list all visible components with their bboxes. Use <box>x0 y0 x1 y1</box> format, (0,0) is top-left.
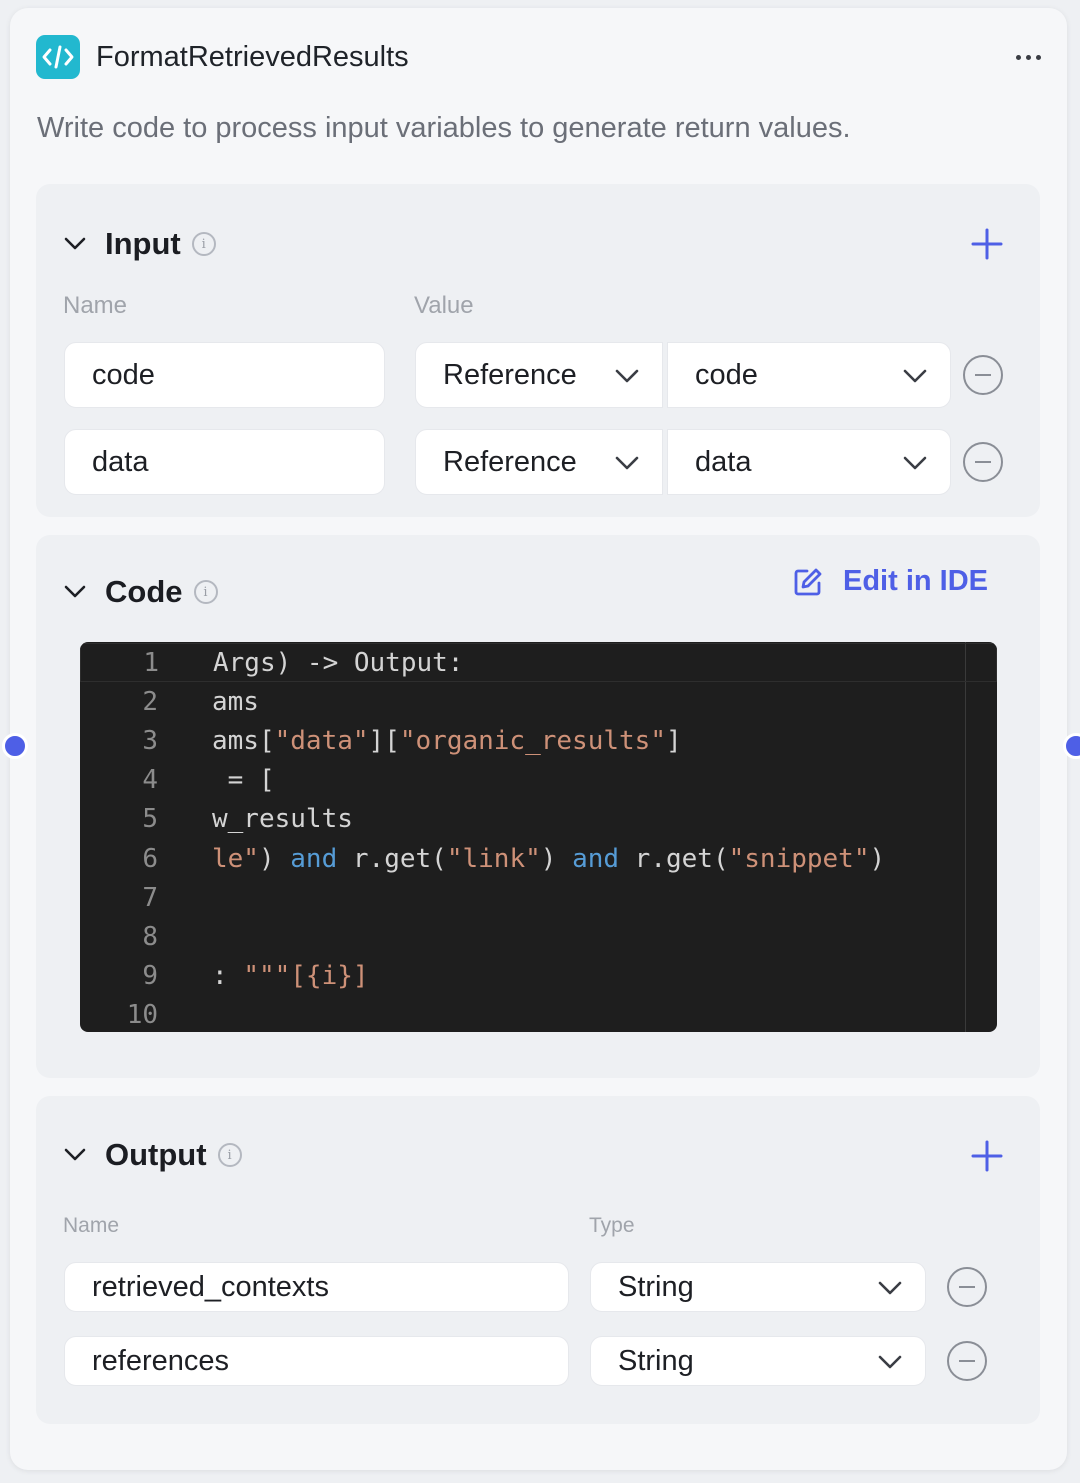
chevron-down-icon <box>878 1281 902 1295</box>
code-line[interactable]: 1 Args) -> Output: <box>80 643 997 682</box>
code-text: Args) -> Output: <box>213 647 464 678</box>
chevron-down-icon[interactable] <box>64 581 86 603</box>
reference-variable-select[interactable]: code <box>667 342 951 408</box>
code-text: w_results <box>212 804 353 835</box>
input-section-header[interactable]: Input i <box>64 224 216 264</box>
line-number: 8 <box>142 921 158 952</box>
output-section-title: Output <box>105 1137 207 1172</box>
output-type-select[interactable]: String <box>590 1336 926 1386</box>
line-number: 7 <box>142 882 158 913</box>
output-type-label: String <box>618 1270 694 1303</box>
node-header: FormatRetrievedResults <box>36 34 1046 80</box>
line-number: 3 <box>142 725 158 756</box>
line-number: 10 <box>126 1000 158 1031</box>
output-name-column-label: Name <box>63 1214 120 1237</box>
input-port[interactable] <box>2 733 28 759</box>
node-title: FormatRetrievedResults <box>96 40 409 73</box>
code-text: : """[{i}] <box>212 961 369 992</box>
output-type-column-label: Type <box>589 1214 635 1237</box>
value-source-label: Reference <box>443 358 577 391</box>
chevron-down-icon <box>878 1355 902 1369</box>
chevron-down-icon <box>615 456 639 470</box>
output-name-field[interactable]: retrieved_contexts <box>64 1262 569 1312</box>
info-icon[interactable]: i <box>191 232 216 256</box>
reference-variable-label: code <box>695 358 758 391</box>
code-section: Code i Edit in IDE 1 Args) -> Output: 2 ams… <box>36 535 1040 1078</box>
code-line[interactable]: 8 <box>80 917 997 956</box>
line-number: 2 <box>142 686 158 717</box>
reference-variable-select[interactable]: data <box>667 429 951 495</box>
node-description: Write code to process input variables to… <box>37 112 851 144</box>
output-name-field[interactable]: references <box>64 1336 569 1386</box>
output-section-header[interactable]: Output i <box>64 1135 242 1175</box>
code-node-card[interactable]: FormatRetrievedResults Write code to pro… <box>2 8 1080 1470</box>
line-number: 1 <box>143 647 159 678</box>
value-source-select[interactable]: Reference <box>415 342 663 408</box>
code-text: le") and r.get("link") and r.get("snippe… <box>212 843 886 874</box>
line-number: 4 <box>142 765 158 796</box>
input-name-column-label: Name <box>63 292 128 319</box>
input-name-field[interactable]: data <box>64 429 385 495</box>
output-port[interactable] <box>1063 733 1080 759</box>
chevron-down-icon <box>903 369 927 383</box>
code-line[interactable]: 3 ams["data"]["organic_results"] <box>80 721 997 760</box>
code-text: ams <box>212 686 259 717</box>
output-section: Output i Name Type retrieved_contexts St… <box>36 1096 1040 1424</box>
edit-in-ide-button[interactable]: Edit in IDE <box>793 565 988 598</box>
code-line[interactable]: 6 le") and r.get("link") and r.get("snipp… <box>80 839 997 878</box>
code-text: ams["data"]["organic_results"] <box>212 725 682 756</box>
line-number: 6 <box>142 843 158 874</box>
value-source-select[interactable]: Reference <box>415 429 663 495</box>
input-value-column-label: Value <box>414 292 474 319</box>
input-name-field[interactable]: code <box>64 342 385 408</box>
code-line[interactable]: 10 <box>80 996 997 1032</box>
remove-input-button[interactable] <box>963 355 1003 395</box>
reference-variable-label: data <box>695 445 752 478</box>
remove-output-button[interactable] <box>947 1267 987 1307</box>
line-number: 9 <box>142 961 158 992</box>
remove-input-button[interactable] <box>963 442 1003 482</box>
code-line[interactable]: 2 ams <box>80 682 997 721</box>
code-line[interactable]: 5 w_results <box>80 800 997 839</box>
code-section-header[interactable]: Code i <box>64 572 218 612</box>
add-output-button[interactable] <box>969 1138 1005 1174</box>
code-line[interactable]: 7 <box>80 878 997 917</box>
input-section: Input i Name Value code Reference code d… <box>36 184 1040 517</box>
remove-output-button[interactable] <box>947 1341 987 1381</box>
edit-in-ide-label: Edit in IDE <box>843 565 988 597</box>
add-input-button[interactable] <box>969 226 1005 262</box>
line-number: 5 <box>142 804 158 835</box>
edit-icon <box>794 568 822 595</box>
input-section-title: Input <box>105 226 181 261</box>
value-source-label: Reference <box>443 445 577 478</box>
chevron-down-icon[interactable] <box>64 233 86 255</box>
code-brackets-icon <box>36 35 80 79</box>
code-line[interactable]: 4 = [ <box>80 761 997 800</box>
chevron-down-icon <box>615 369 639 383</box>
info-icon[interactable]: i <box>193 580 218 604</box>
code-section-title: Code <box>105 574 183 609</box>
info-icon[interactable]: i <box>217 1143 242 1167</box>
code-text: = [ <box>212 765 275 796</box>
chevron-down-icon[interactable] <box>64 1144 86 1166</box>
code-editor[interactable]: 1 Args) -> Output: 2 ams 3 ams["data"]["organ… <box>80 642 997 1032</box>
output-type-label: String <box>618 1344 694 1377</box>
chevron-down-icon <box>903 456 927 470</box>
more-options-icon[interactable] <box>1010 40 1046 74</box>
output-type-select[interactable]: String <box>590 1262 926 1312</box>
code-line[interactable]: 9 : """[{i}] <box>80 957 997 996</box>
